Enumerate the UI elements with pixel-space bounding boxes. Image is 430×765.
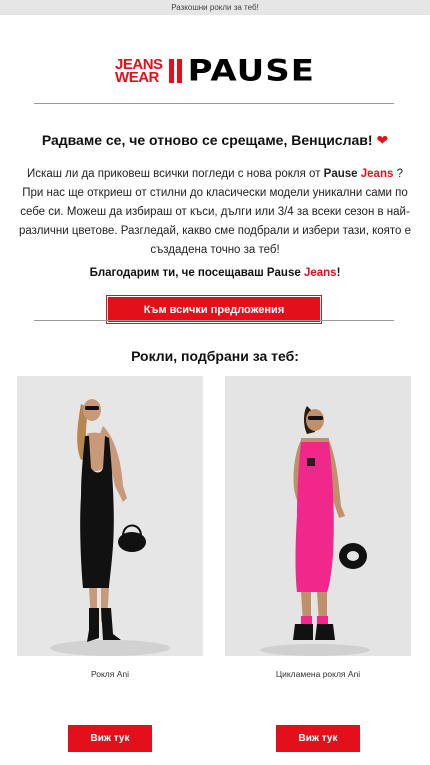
heart-icon: ❤ xyxy=(376,132,389,148)
brand-pause: Pause xyxy=(323,168,358,180)
preheader-text: Разкошни рокли за теб! xyxy=(0,0,430,15)
intro-paragraph: Искаш ли да приковеш всички погледи с но… xyxy=(18,168,412,256)
product-image-pink-dress[interactable] xyxy=(225,376,411,656)
greeting-heading: Радваме се, че отново се срещаме, Венцис… xyxy=(41,132,389,148)
logo-bars-icon xyxy=(168,59,182,83)
product-card: Рокля Ani Виж тук xyxy=(17,376,203,752)
product-name[interactable]: Рокля Ani xyxy=(17,669,203,679)
product-name[interactable]: Цикламена рокля Ani xyxy=(225,669,411,679)
pause-jeans-logo[interactable]: JEANS WEAR PAUSE xyxy=(0,42,430,100)
all-offers-button[interactable]: Към всички предложения xyxy=(107,296,321,323)
logo-jeans-wear: JEANS WEAR xyxy=(115,56,163,86)
section-title: Рокли, подбрани за теб: xyxy=(131,348,299,364)
divider xyxy=(34,320,394,321)
view-product-button[interactable]: Виж тук xyxy=(276,725,360,752)
view-product-button[interactable]: Виж тук xyxy=(68,725,152,752)
divider xyxy=(34,103,394,104)
logo-brand: PAUSE xyxy=(187,54,315,88)
thanks-text: Благодарим ти, че посещаваш Pause Jeans! xyxy=(89,267,341,279)
email-body: JEANS WEAR PAUSE Радваме се, че отново с… xyxy=(0,15,430,765)
product-image-black-dress[interactable] xyxy=(17,376,203,656)
brand-jeans: Jeans xyxy=(360,168,394,180)
product-card: Цикламена рокля Ani Виж тук xyxy=(225,376,411,752)
